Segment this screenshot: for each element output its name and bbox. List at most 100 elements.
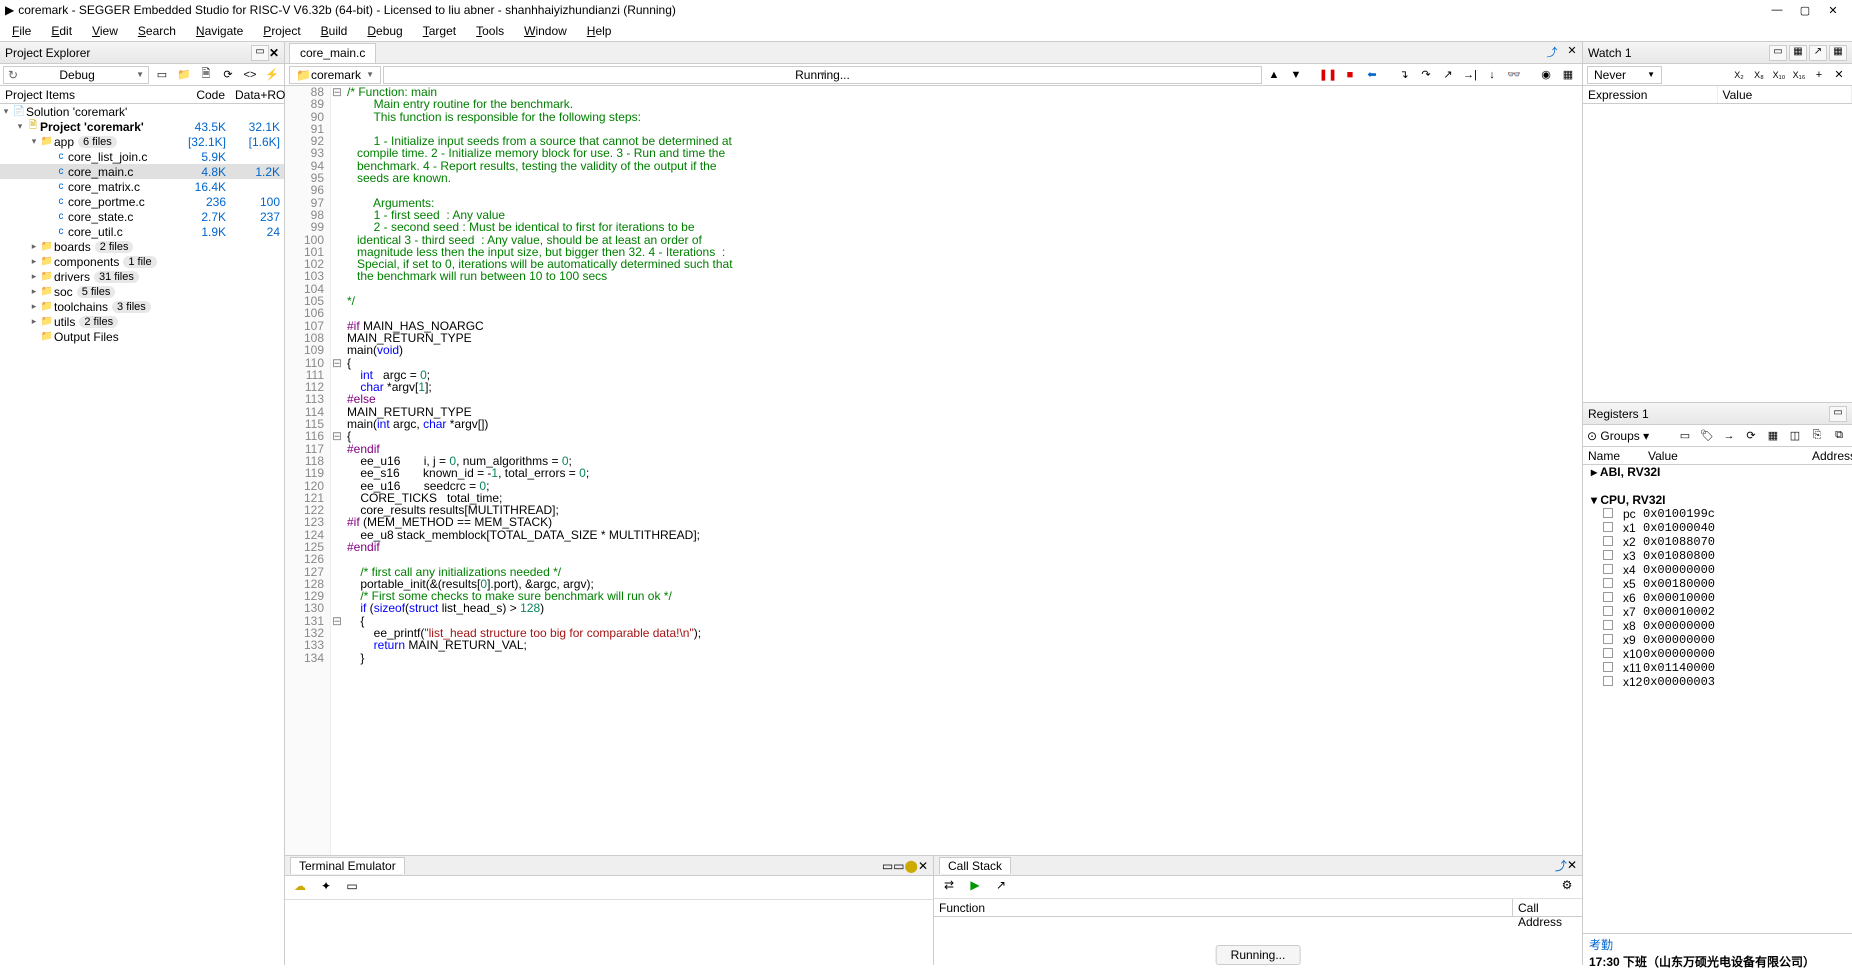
step-over-icon[interactable]: ↷ (1416, 66, 1436, 84)
terminal-btn1[interactable]: ▭ (882, 859, 893, 873)
register-row[interactable]: x110x01140000 (1583, 661, 1852, 675)
tree-row[interactable]: 📁 Output Files (0, 329, 284, 344)
register-row[interactable]: x30x01080800 (1583, 549, 1852, 563)
register-row[interactable]: x70x00010002 (1583, 605, 1852, 619)
col-code[interactable]: Code (182, 86, 230, 103)
menu-view[interactable]: View (82, 22, 128, 40)
up-icon[interactable]: ▲ (1264, 66, 1284, 84)
code-icon[interactable]: <> (241, 66, 259, 84)
glasses-icon[interactable]: 👓 (1504, 66, 1524, 84)
flash-icon[interactable]: ⚡ (263, 66, 281, 84)
tree-row[interactable]: ▸📁 boards2 files (0, 239, 284, 254)
register-row[interactable]: x90x00000000 (1583, 633, 1852, 647)
stop-icon[interactable]: ■ (1340, 66, 1360, 84)
config-dropdown[interactable]: ↻ Debug (3, 66, 149, 84)
code-text[interactable]: /* Function: main Main entry routine for… (343, 86, 1582, 855)
terminal-output[interactable] (285, 900, 933, 965)
watch-body[interactable] (1583, 104, 1852, 402)
step-out-icon[interactable]: ↗ (1438, 66, 1458, 84)
menu-search[interactable]: Search (128, 22, 186, 40)
tree-row[interactable]: ▸📁 toolchains3 files (0, 299, 284, 314)
menu-target[interactable]: Target (413, 22, 466, 40)
menu-window[interactable]: Window (514, 22, 577, 40)
close-button[interactable]: ✕ (1819, 4, 1847, 17)
reg-btn1[interactable]: ▭ (1829, 406, 1847, 422)
terminal-log-icon[interactable]: ▭ (342, 879, 362, 897)
tree-row[interactable]: c core_state.c2.7K237 (0, 209, 284, 224)
register-row[interactable]: x60x00010000 (1583, 591, 1852, 605)
col-project-items[interactable]: Project Items (0, 86, 182, 103)
menu-file[interactable]: File (2, 22, 41, 40)
reg-grid-icon[interactable]: ▦ (1764, 427, 1782, 445)
menu-tools[interactable]: Tools (466, 22, 514, 40)
col-reg-value[interactable]: Value (1643, 447, 1807, 464)
tab-close-icon[interactable]: ✕ (1562, 44, 1582, 62)
register-row[interactable]: x50x00180000 (1583, 577, 1852, 591)
register-row[interactable]: x40x00000000 (1583, 563, 1852, 577)
reg-nav-icon[interactable]: → (1720, 427, 1738, 445)
cursor-icon[interactable]: ↓ (1482, 66, 1502, 84)
menu-navigate[interactable]: Navigate (186, 22, 253, 40)
step-into-icon[interactable]: ↴ (1394, 66, 1414, 84)
watch-x16-icon[interactable]: X₁₆ (1790, 66, 1808, 84)
tree-row[interactable]: c core_list_join.c5.9K (0, 149, 284, 164)
col-value[interactable]: Value (1718, 86, 1852, 103)
refresh-icon[interactable]: ⟳ (219, 66, 237, 84)
register-row[interactable]: x20x01088070 (1583, 535, 1852, 549)
function-selector[interactable]: 📁 coremark (289, 66, 381, 84)
terminal-close[interactable]: ✕ (918, 859, 928, 873)
terminal-clear-icon[interactable]: ☁ (290, 879, 310, 897)
register-row[interactable]: x80x00000000 (1583, 619, 1852, 633)
callstack-run-icon[interactable]: ▶ (965, 878, 985, 896)
open-folder-icon[interactable]: 📁 (175, 66, 193, 84)
watch-btn1[interactable]: ▭ (1769, 45, 1787, 61)
reg-copy2-icon[interactable]: ⧉ (1830, 427, 1848, 445)
menu-build[interactable]: Build (311, 22, 358, 40)
tree-row[interactable]: ▸📁 utils2 files (0, 314, 284, 329)
terminal-cmd-icon[interactable]: ✦ (316, 879, 336, 897)
register-row[interactable]: x100x00000000 (1583, 647, 1852, 661)
pause-icon[interactable]: ❚❚ (1318, 66, 1338, 84)
tree-row[interactable]: c core_main.c4.8K1.2K (0, 164, 284, 179)
tree-row[interactable]: c core_matrix.c16.4K (0, 179, 284, 194)
terminal-btn2[interactable]: ▭ (893, 859, 904, 873)
tree-row[interactable]: ▸📁 drivers31 files (0, 269, 284, 284)
register-row[interactable]: x120x00000003 (1583, 675, 1852, 689)
tree-row[interactable]: ▸📁 components1 file (0, 254, 284, 269)
running-indicator[interactable]: Running... (383, 66, 1262, 84)
menu-project[interactable]: Project (253, 22, 310, 40)
groups-dropdown[interactable]: ⊙ Groups ▾ (1587, 429, 1649, 443)
watch-x2-icon[interactable]: X₂ (1730, 66, 1748, 84)
callstack-nav-icon[interactable]: ⇄ (939, 878, 959, 896)
callstack-body[interactable]: Running... (934, 917, 1582, 965)
code-editor[interactable]: 8889909192939495969798991001011021031041… (285, 86, 1582, 855)
run-to-icon[interactable]: →| (1460, 66, 1480, 84)
registers-body[interactable]: ▸ ABI, RV32I▾ CPU, RV32Ipc0x0100199cx10x… (1583, 465, 1852, 933)
tab-nav-icon[interactable]: ⤴ (1542, 44, 1562, 62)
tree-row[interactable]: ▾📁 app6 files[32.1K][1.6K] (0, 134, 284, 149)
watch-btn2[interactable]: ▦ (1789, 45, 1807, 61)
tree-row[interactable]: c core_portme.c236100 (0, 194, 284, 209)
tree-row[interactable]: ▾📄 Solution 'coremark' (0, 104, 284, 119)
watch-del-icon[interactable]: ✕ (1830, 66, 1848, 84)
chip-icon[interactable]: ▦ (1558, 66, 1578, 84)
maximize-button[interactable]: ▢ (1791, 4, 1819, 17)
watch-btn3[interactable]: ↗ (1809, 45, 1827, 61)
col-reg-name[interactable]: Name (1583, 447, 1643, 464)
callstack-close[interactable]: ✕ (1567, 858, 1577, 872)
terminal-btn3[interactable]: ⬤ (905, 859, 918, 873)
panel-close-button[interactable]: ✕ (269, 46, 279, 60)
reg-refresh-icon[interactable]: ⟳ (1742, 427, 1760, 445)
menu-edit[interactable]: Edit (41, 22, 82, 40)
project-tree[interactable]: ▾📄 Solution 'coremark'▾🗎 Project 'corema… (0, 104, 284, 965)
reg-cols-icon[interactable]: ◫ (1786, 427, 1804, 445)
watch-mode-select[interactable]: Never (1587, 66, 1662, 84)
tree-row[interactable]: ▾🗎 Project 'coremark'43.5K32.1K (0, 119, 284, 134)
menu-help[interactable]: Help (577, 22, 622, 40)
tree-row[interactable]: ▸📁 soc5 files (0, 284, 284, 299)
minimize-button[interactable]: — (1763, 4, 1791, 16)
register-row[interactable]: x10x01000040 (1583, 521, 1852, 535)
reg-export-icon[interactable]: ⎘ (1808, 427, 1826, 445)
breakpoint-icon[interactable]: ◉ (1536, 66, 1556, 84)
panel-view-button[interactable]: ▭ (251, 45, 269, 61)
